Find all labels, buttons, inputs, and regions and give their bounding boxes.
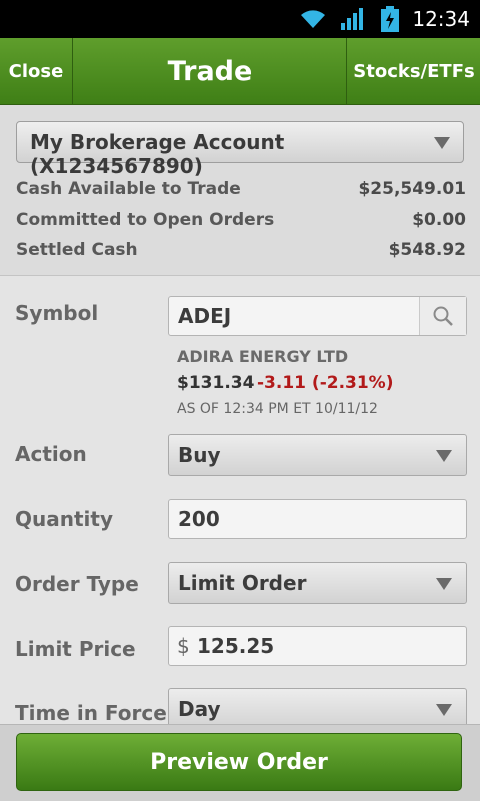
cash-available-label: Cash Available to Trade [16, 179, 241, 199]
close-button[interactable]: Close [0, 38, 73, 104]
symbol-label: Symbol [15, 301, 99, 325]
quantity-label: Quantity [15, 507, 113, 531]
settled-cash-row: Settled Cash $548.92 [16, 240, 466, 260]
committed-orders-value: $0.00 [412, 210, 466, 230]
currency-symbol: $ [177, 634, 190, 658]
account-select-value: My Brokerage Account (X1234567890) [30, 130, 285, 178]
signal-icon [340, 8, 366, 34]
account-select[interactable]: My Brokerage Account (X1234567890) [16, 121, 464, 178]
committed-orders-label: Committed to Open Orders [16, 210, 275, 230]
chevron-down-icon [436, 578, 452, 590]
status-bar: 12:34 [0, 0, 480, 38]
page-title: Trade [167, 55, 253, 87]
symbol-input[interactable]: ADEJ [168, 296, 467, 336]
quantity-input[interactable]: 200 [168, 499, 467, 539]
settled-cash-label: Settled Cash [16, 240, 138, 260]
chevron-down-icon [436, 450, 452, 462]
cash-available-row: Cash Available to Trade $25,549.01 [16, 179, 466, 199]
settled-cash-value: $548.92 [388, 240, 466, 260]
quantity-input-value: 200 [178, 507, 220, 531]
action-label: Action [15, 442, 87, 466]
time-in-force-label: Time in Force [15, 701, 167, 725]
bottom-action-bar: Preview Order [0, 724, 480, 801]
stocks-etfs-button[interactable]: Stocks/ETFs [346, 38, 480, 104]
limit-price-input-value: 125.25 [197, 634, 275, 658]
quote-timestamp: AS OF 12:34 PM ET 10/11/12 [177, 401, 378, 417]
account-summary: My Brokerage Account (X1234567890) Cash … [0, 105, 480, 276]
symbol-input-value: ADEJ [178, 304, 232, 328]
quote-change: -3.11 (-2.31%) [257, 373, 394, 393]
limit-price-label: Limit Price [15, 637, 136, 661]
committed-orders-row: Committed to Open Orders $0.00 [16, 210, 466, 230]
preview-order-button[interactable]: Preview Order [16, 733, 462, 791]
limit-price-input[interactable]: $ 125.25 [168, 626, 467, 666]
quote-company-name: ADIRA ENERGY LTD [177, 347, 349, 366]
chevron-down-icon [436, 704, 452, 716]
order-type-select-value: Limit Order [178, 571, 307, 595]
chevron-down-icon [434, 137, 450, 149]
status-time: 12:34 [412, 7, 470, 31]
search-button[interactable] [419, 297, 466, 335]
cash-available-value: $25,549.01 [358, 179, 466, 199]
battery-charging-icon [379, 6, 401, 36]
time-in-force-select-value: Day [178, 697, 221, 721]
action-bar: Close Trade Stocks/ETFs [0, 38, 480, 105]
order-type-label: Order Type [15, 572, 139, 596]
order-type-select[interactable]: Limit Order [168, 562, 467, 604]
search-icon [433, 306, 453, 326]
action-select[interactable]: Buy [168, 434, 467, 476]
action-select-value: Buy [178, 443, 221, 467]
quote-price: $131.34 [177, 373, 255, 393]
wifi-icon [298, 6, 328, 34]
